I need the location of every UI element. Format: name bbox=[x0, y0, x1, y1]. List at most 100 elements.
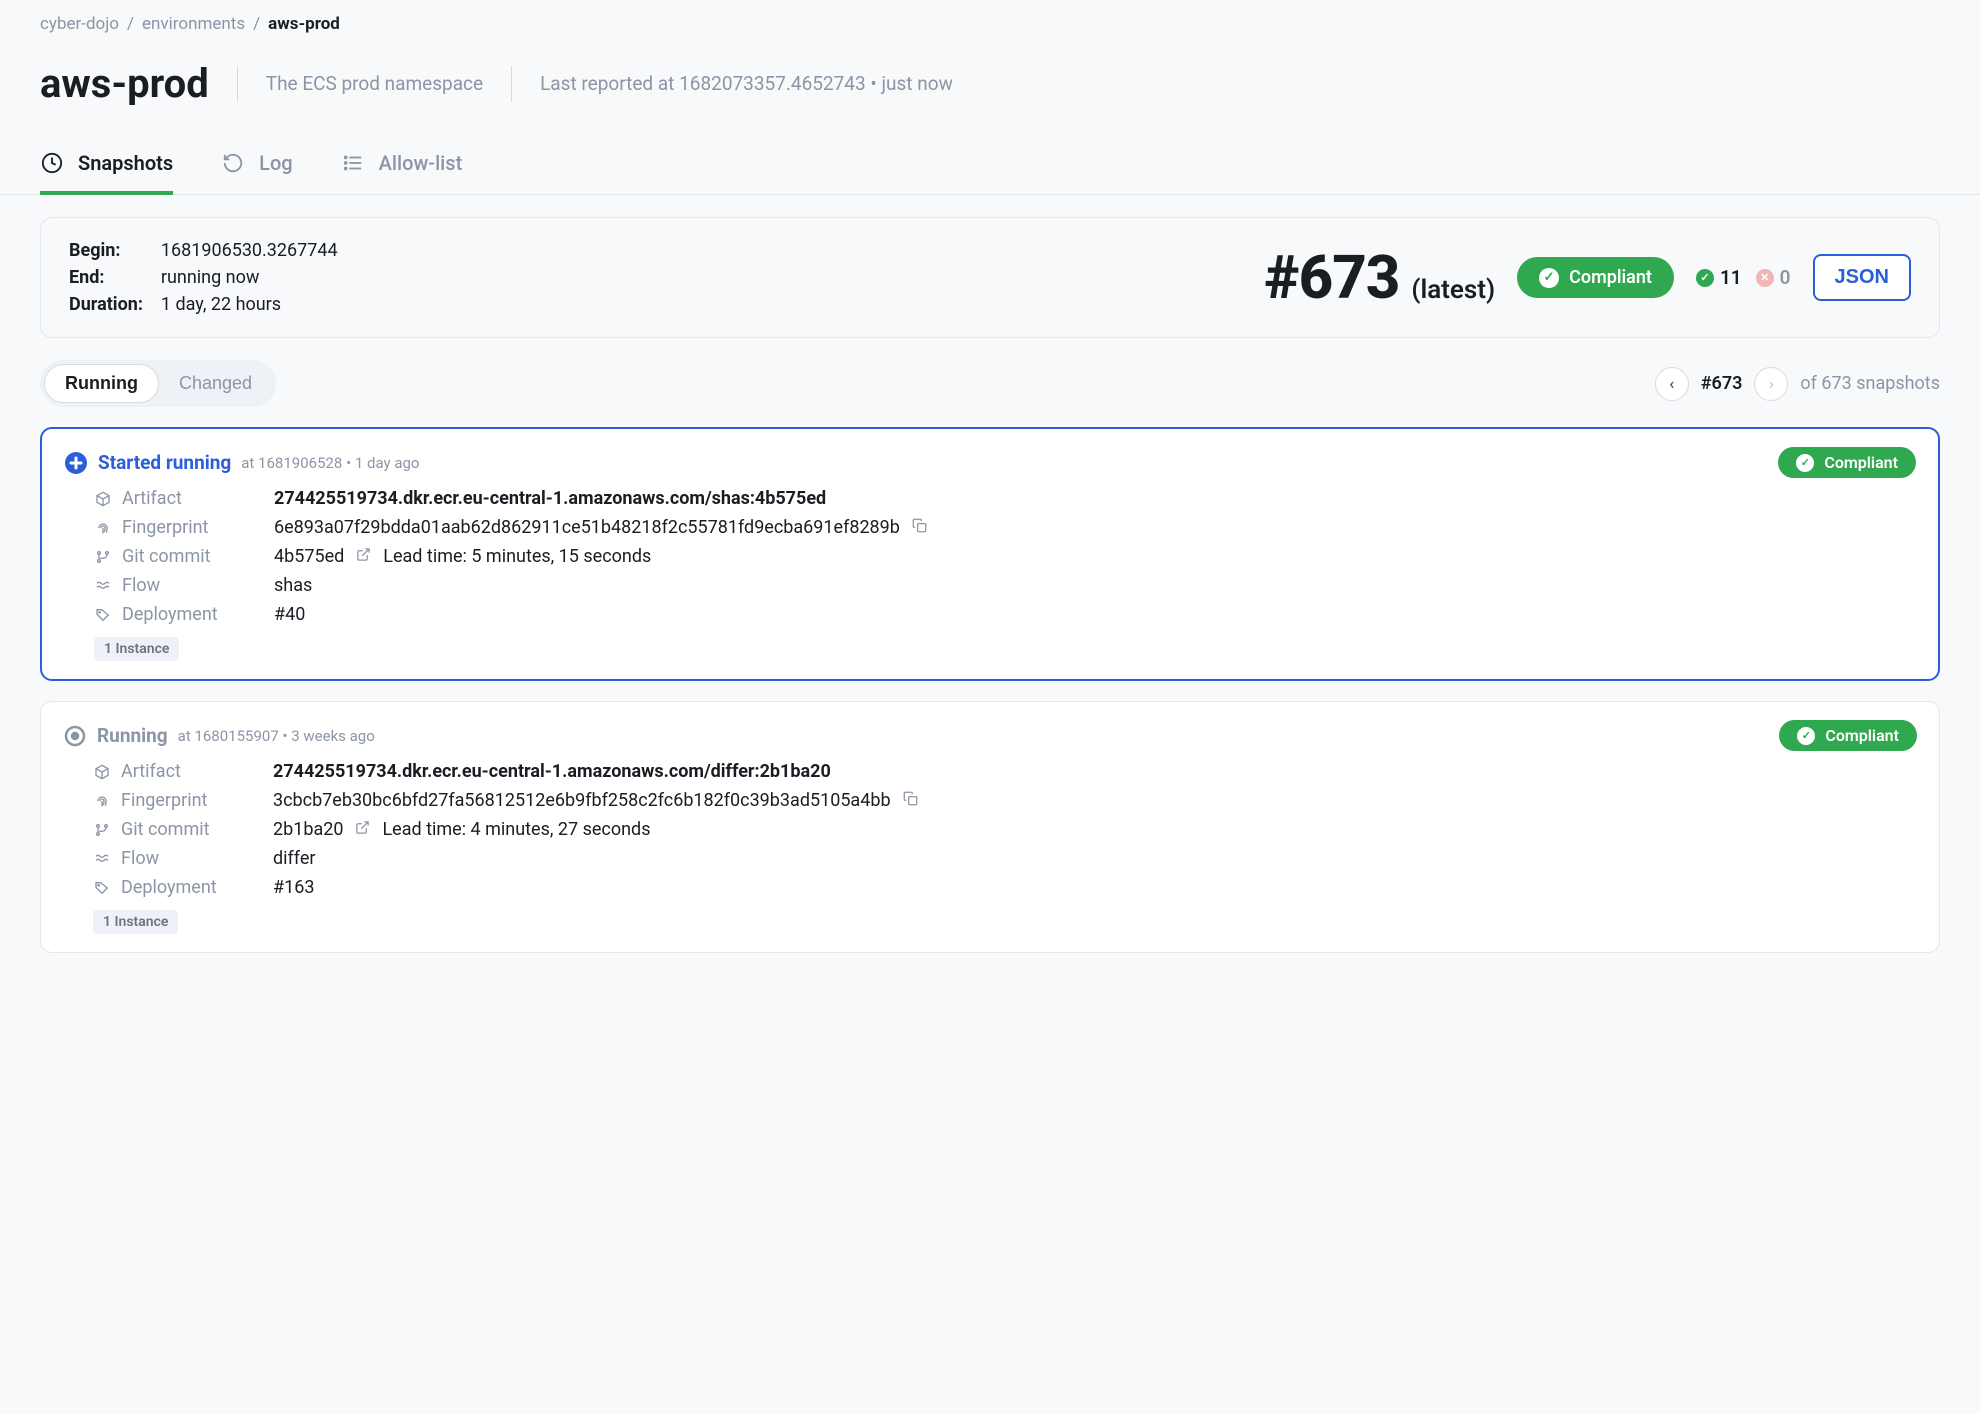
copy-icon[interactable] bbox=[912, 517, 927, 538]
count-ok: ✓ 11 bbox=[1696, 266, 1742, 289]
summary-right: #673 (latest) ✓ Compliant ✓ 11 ✕ 0 JSON bbox=[1264, 242, 1911, 313]
pager-total: of 673 snapshots bbox=[1800, 373, 1940, 394]
view-toggle: Running Changed bbox=[40, 360, 276, 407]
duration-value: 1 day, 22 hours bbox=[161, 294, 338, 315]
toggle-running[interactable]: Running bbox=[44, 364, 159, 403]
compliant-label: Compliant bbox=[1824, 453, 1898, 472]
instances-tag[interactable]: 1 Instance bbox=[94, 637, 179, 661]
list-icon bbox=[341, 151, 365, 175]
tab-snapshots[interactable]: Snapshots bbox=[40, 151, 173, 195]
breadcrumb-sep: / bbox=[127, 14, 134, 34]
plus-circle-icon bbox=[64, 451, 88, 475]
lead-time: Lead time: 4 minutes, 27 seconds bbox=[382, 819, 650, 840]
tab-label: Snapshots bbox=[78, 151, 173, 175]
external-link-icon[interactable] bbox=[355, 819, 370, 840]
snapshot-latest: (latest) bbox=[1411, 275, 1495, 305]
end-label: End: bbox=[69, 267, 143, 288]
card-title-row: Running at 1680155907 • 3 weeks ago bbox=[63, 724, 375, 748]
breadcrumb: cyber-dojo / environments / aws-prod bbox=[0, 0, 1980, 48]
page-title: aws-prod bbox=[40, 60, 209, 107]
x-circle-icon: ✕ bbox=[1756, 269, 1774, 287]
duration-label: Duration: bbox=[69, 294, 143, 315]
check-circle-icon: ✓ bbox=[1696, 269, 1714, 287]
json-button[interactable]: JSON bbox=[1813, 254, 1911, 301]
artifact-value: 274425519734.dkr.ecr.eu-central-1.amazon… bbox=[274, 488, 1916, 509]
fingerprint-value: 3cbcb7eb30bc6bfd27fa56812512e6b9fbf258c2… bbox=[273, 790, 1917, 811]
last-reported: Last reported at 1682073357.4652743 • ju… bbox=[540, 72, 953, 95]
fingerprint-icon bbox=[93, 792, 111, 810]
deployment-value: #40 bbox=[274, 604, 1916, 625]
breadcrumb-org[interactable]: cyber-dojo bbox=[40, 14, 119, 34]
breadcrumb-section[interactable]: environments bbox=[142, 14, 245, 34]
tab-label: Log bbox=[259, 151, 293, 175]
pager: ‹ #673 › of 673 snapshots bbox=[1655, 367, 1940, 401]
lead-time: Lead time: 5 minutes, 15 seconds bbox=[383, 546, 651, 567]
instances-tag[interactable]: 1 Instance bbox=[93, 910, 178, 934]
page-header: aws-prod The ECS prod namespace Last rep… bbox=[0, 48, 1980, 115]
pager-prev[interactable]: ‹ bbox=[1655, 367, 1689, 401]
artifact-value: 274425519734.dkr.ecr.eu-central-1.amazon… bbox=[273, 761, 1917, 782]
flow-label: Flow bbox=[93, 848, 273, 869]
check-circle-icon: ✓ bbox=[1797, 727, 1815, 745]
compliant-badge: ✓ Compliant bbox=[1517, 257, 1674, 298]
card-meta: at 1680155907 • 3 weeks ago bbox=[178, 727, 375, 745]
header-divider bbox=[511, 66, 512, 102]
card-header: Running at 1680155907 • 3 weeks ago ✓ Co… bbox=[63, 720, 1917, 751]
history-icon bbox=[221, 151, 245, 175]
tab-allowlist[interactable]: Allow-list bbox=[341, 151, 463, 195]
tab-label: Allow-list bbox=[379, 151, 463, 175]
card-status-title: Running bbox=[97, 724, 168, 747]
git-branch-icon bbox=[93, 821, 111, 839]
pager-position: #673 bbox=[1701, 373, 1743, 394]
deployment-label: Deployment bbox=[93, 877, 273, 898]
fingerprint-label: Fingerprint bbox=[94, 517, 274, 538]
count-fail: ✕ 0 bbox=[1756, 266, 1791, 289]
begin-value: 1681906530.3267744 bbox=[161, 240, 338, 261]
check-circle-icon: ✓ bbox=[1539, 268, 1559, 288]
snapshot-card[interactable]: Started running at 1681906528 • 1 day ag… bbox=[40, 427, 1940, 681]
count-fail-value: 0 bbox=[1780, 266, 1791, 289]
chevron-left-icon: ‹ bbox=[1669, 374, 1674, 393]
tag-icon bbox=[94, 606, 112, 624]
cube-icon bbox=[94, 490, 112, 508]
git-commit-value: 4b575ed Lead time: 5 minutes, 15 seconds bbox=[274, 546, 1916, 567]
page-subtitle: The ECS prod namespace bbox=[266, 72, 483, 95]
fingerprint-value: 6e893a07f29bdda01aab62d862911ce51b48218f… bbox=[274, 517, 1916, 538]
cube-icon bbox=[93, 763, 111, 781]
breadcrumb-current: aws-prod bbox=[268, 14, 340, 34]
snapshot-card[interactable]: Running at 1680155907 • 3 weeks ago ✓ Co… bbox=[40, 701, 1940, 953]
git-commit-label: Git commit bbox=[94, 546, 274, 567]
toggle-changed[interactable]: Changed bbox=[159, 364, 272, 403]
waves-icon bbox=[93, 850, 111, 868]
copy-icon[interactable] bbox=[903, 790, 918, 811]
artifact-label: Artifact bbox=[93, 761, 273, 782]
clock-icon bbox=[40, 151, 64, 175]
snapshot-summary: Begin: 1681906530.3267744 End: running n… bbox=[40, 217, 1940, 338]
flow-label: Flow bbox=[94, 575, 274, 596]
begin-label: Begin: bbox=[69, 240, 143, 261]
fingerprint-icon bbox=[94, 519, 112, 537]
target-icon bbox=[63, 724, 87, 748]
count-ok-value: 11 bbox=[1720, 266, 1742, 289]
flow-value: shas bbox=[274, 575, 1916, 596]
header-divider bbox=[237, 66, 238, 102]
tabs: Snapshots Log Allow-list bbox=[0, 115, 1980, 195]
filters-row: Running Changed ‹ #673 › of 673 snapshot… bbox=[40, 360, 1940, 407]
pager-next[interactable]: › bbox=[1754, 367, 1788, 401]
card-details: Artifact 274425519734.dkr.ecr.eu-central… bbox=[93, 761, 1917, 898]
external-link-icon[interactable] bbox=[356, 546, 371, 567]
git-branch-icon bbox=[94, 548, 112, 566]
summary-timing: Begin: 1681906530.3267744 End: running n… bbox=[69, 240, 338, 315]
artifact-label: Artifact bbox=[94, 488, 274, 509]
card-header: Started running at 1681906528 • 1 day ag… bbox=[64, 447, 1916, 478]
flow-value: differ bbox=[273, 848, 1917, 869]
compliance-counts: ✓ 11 ✕ 0 bbox=[1696, 266, 1791, 289]
snapshot-number: #673 bbox=[1264, 242, 1399, 313]
snapshot-number-group: #673 (latest) bbox=[1264, 242, 1495, 313]
waves-icon bbox=[94, 577, 112, 595]
deployment-label: Deployment bbox=[94, 604, 274, 625]
end-value: running now bbox=[161, 267, 338, 288]
chevron-right-icon: › bbox=[1769, 374, 1774, 393]
compliant-label: Compliant bbox=[1825, 726, 1899, 745]
tab-log[interactable]: Log bbox=[221, 151, 293, 195]
